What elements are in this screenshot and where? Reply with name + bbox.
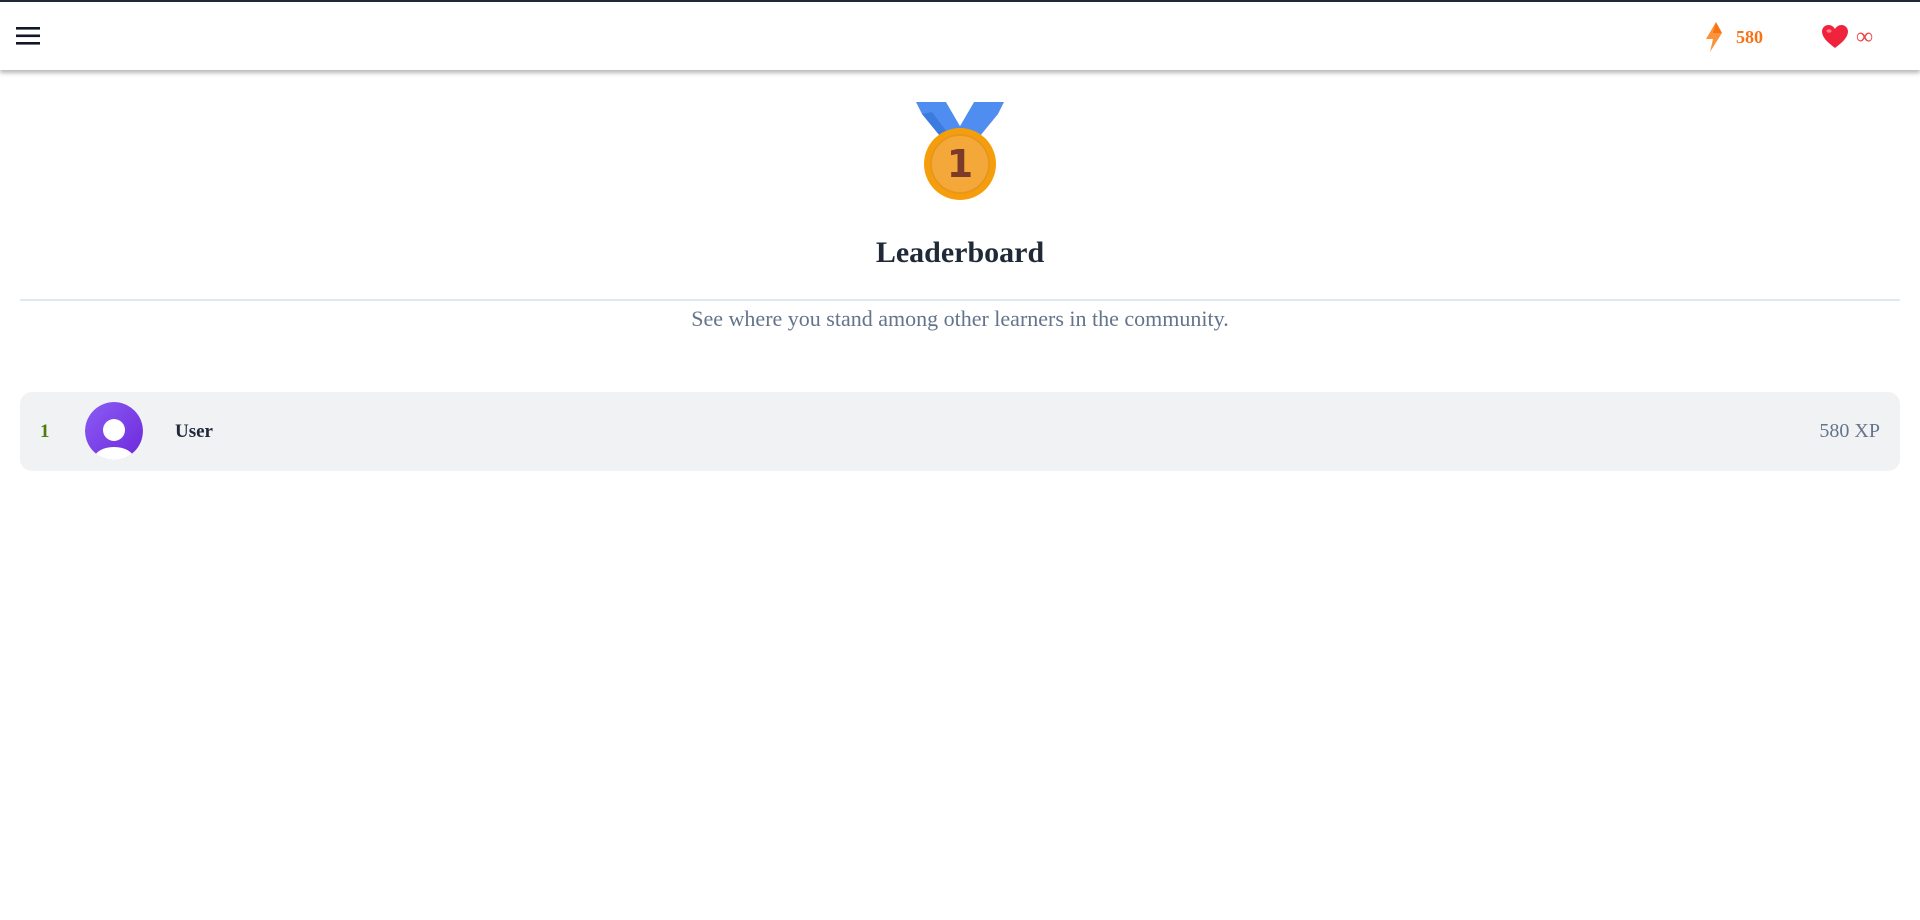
page-subtitle: See where you stand among other learners…: [691, 306, 1229, 331]
user-avatar-icon: [85, 402, 143, 460]
user-xp: 580 XP: [1819, 420, 1880, 442]
medal-number: 1: [947, 142, 973, 186]
menu-button[interactable]: [16, 26, 44, 48]
xp-value: 580: [1736, 26, 1763, 47]
leaderboard-row[interactable]: 1 User 580 XP: [20, 392, 1900, 471]
rank-number: 1: [40, 420, 50, 442]
first-place-medal-icon: 1: [916, 100, 1004, 200]
top-bar: 580 ∞: [0, 0, 1920, 70]
heart-icon: [1822, 25, 1848, 49]
page-title: Leaderboard: [875, 236, 1045, 269]
hamburger-menu-icon: [16, 27, 40, 45]
hearts-value: ∞: [1856, 23, 1874, 50]
user-name: User: [175, 420, 213, 442]
divider: [20, 299, 1900, 301]
hearts-stat[interactable]: ∞: [1822, 2, 1873, 72]
lightning-bolt-icon: [1705, 22, 1723, 52]
xp-stat[interactable]: 580: [1705, 2, 1763, 72]
